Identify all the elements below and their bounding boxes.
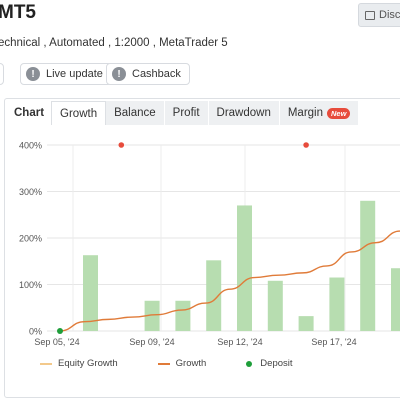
- event-marker: [118, 142, 125, 148]
- growth-bar: [267, 280, 283, 331]
- x-tick-label: Sep 05, '24: [34, 337, 79, 347]
- x-tick-label: Sep 17, '24: [311, 337, 356, 347]
- growth-bar: [391, 268, 400, 331]
- event-marker: [303, 142, 309, 148]
- growth-bar: [175, 300, 191, 331]
- legend-label: Growth: [175, 358, 207, 369]
- growth-bar: [329, 277, 345, 331]
- growth-bar: [83, 255, 98, 331]
- legend-label: Equity Growth: [58, 358, 118, 369]
- x-tick-label: Sep 09, '24: [129, 337, 174, 347]
- legend-deposit[interactable]: Deposit: [246, 358, 293, 369]
- y-tick-label: 300%: [19, 187, 42, 197]
- growth-chart: 400% 300% 200% 100% 0%Sep 05, '24 Sep 09, '24…: [19, 141, 400, 347]
- chart-legend: Equity Growth Growth Deposit: [40, 358, 333, 369]
- y-tick-label: 200%: [19, 234, 42, 244]
- deposit-point: [57, 328, 63, 334]
- legend-equity-growth[interactable]: Equity Growth: [40, 358, 118, 369]
- y-tick-label: 400%: [19, 141, 42, 151]
- legend-line-swatch: [40, 362, 52, 365]
- legend-line-swatch: [157, 362, 170, 365]
- legend-growth[interactable]: Growth: [157, 358, 207, 369]
- growth-bar: [360, 200, 376, 331]
- growth-line: [59, 230, 400, 332]
- growth-bar: [298, 316, 314, 331]
- y-tick-label: 0%: [29, 327, 42, 337]
- x-tick-label: Sep 12, '24: [217, 337, 262, 347]
- y-tick-label: 100%: [19, 280, 42, 290]
- legend-label: Deposit: [260, 358, 293, 369]
- growth-bar: [237, 205, 252, 331]
- legend-dot-swatch: [246, 360, 253, 367]
